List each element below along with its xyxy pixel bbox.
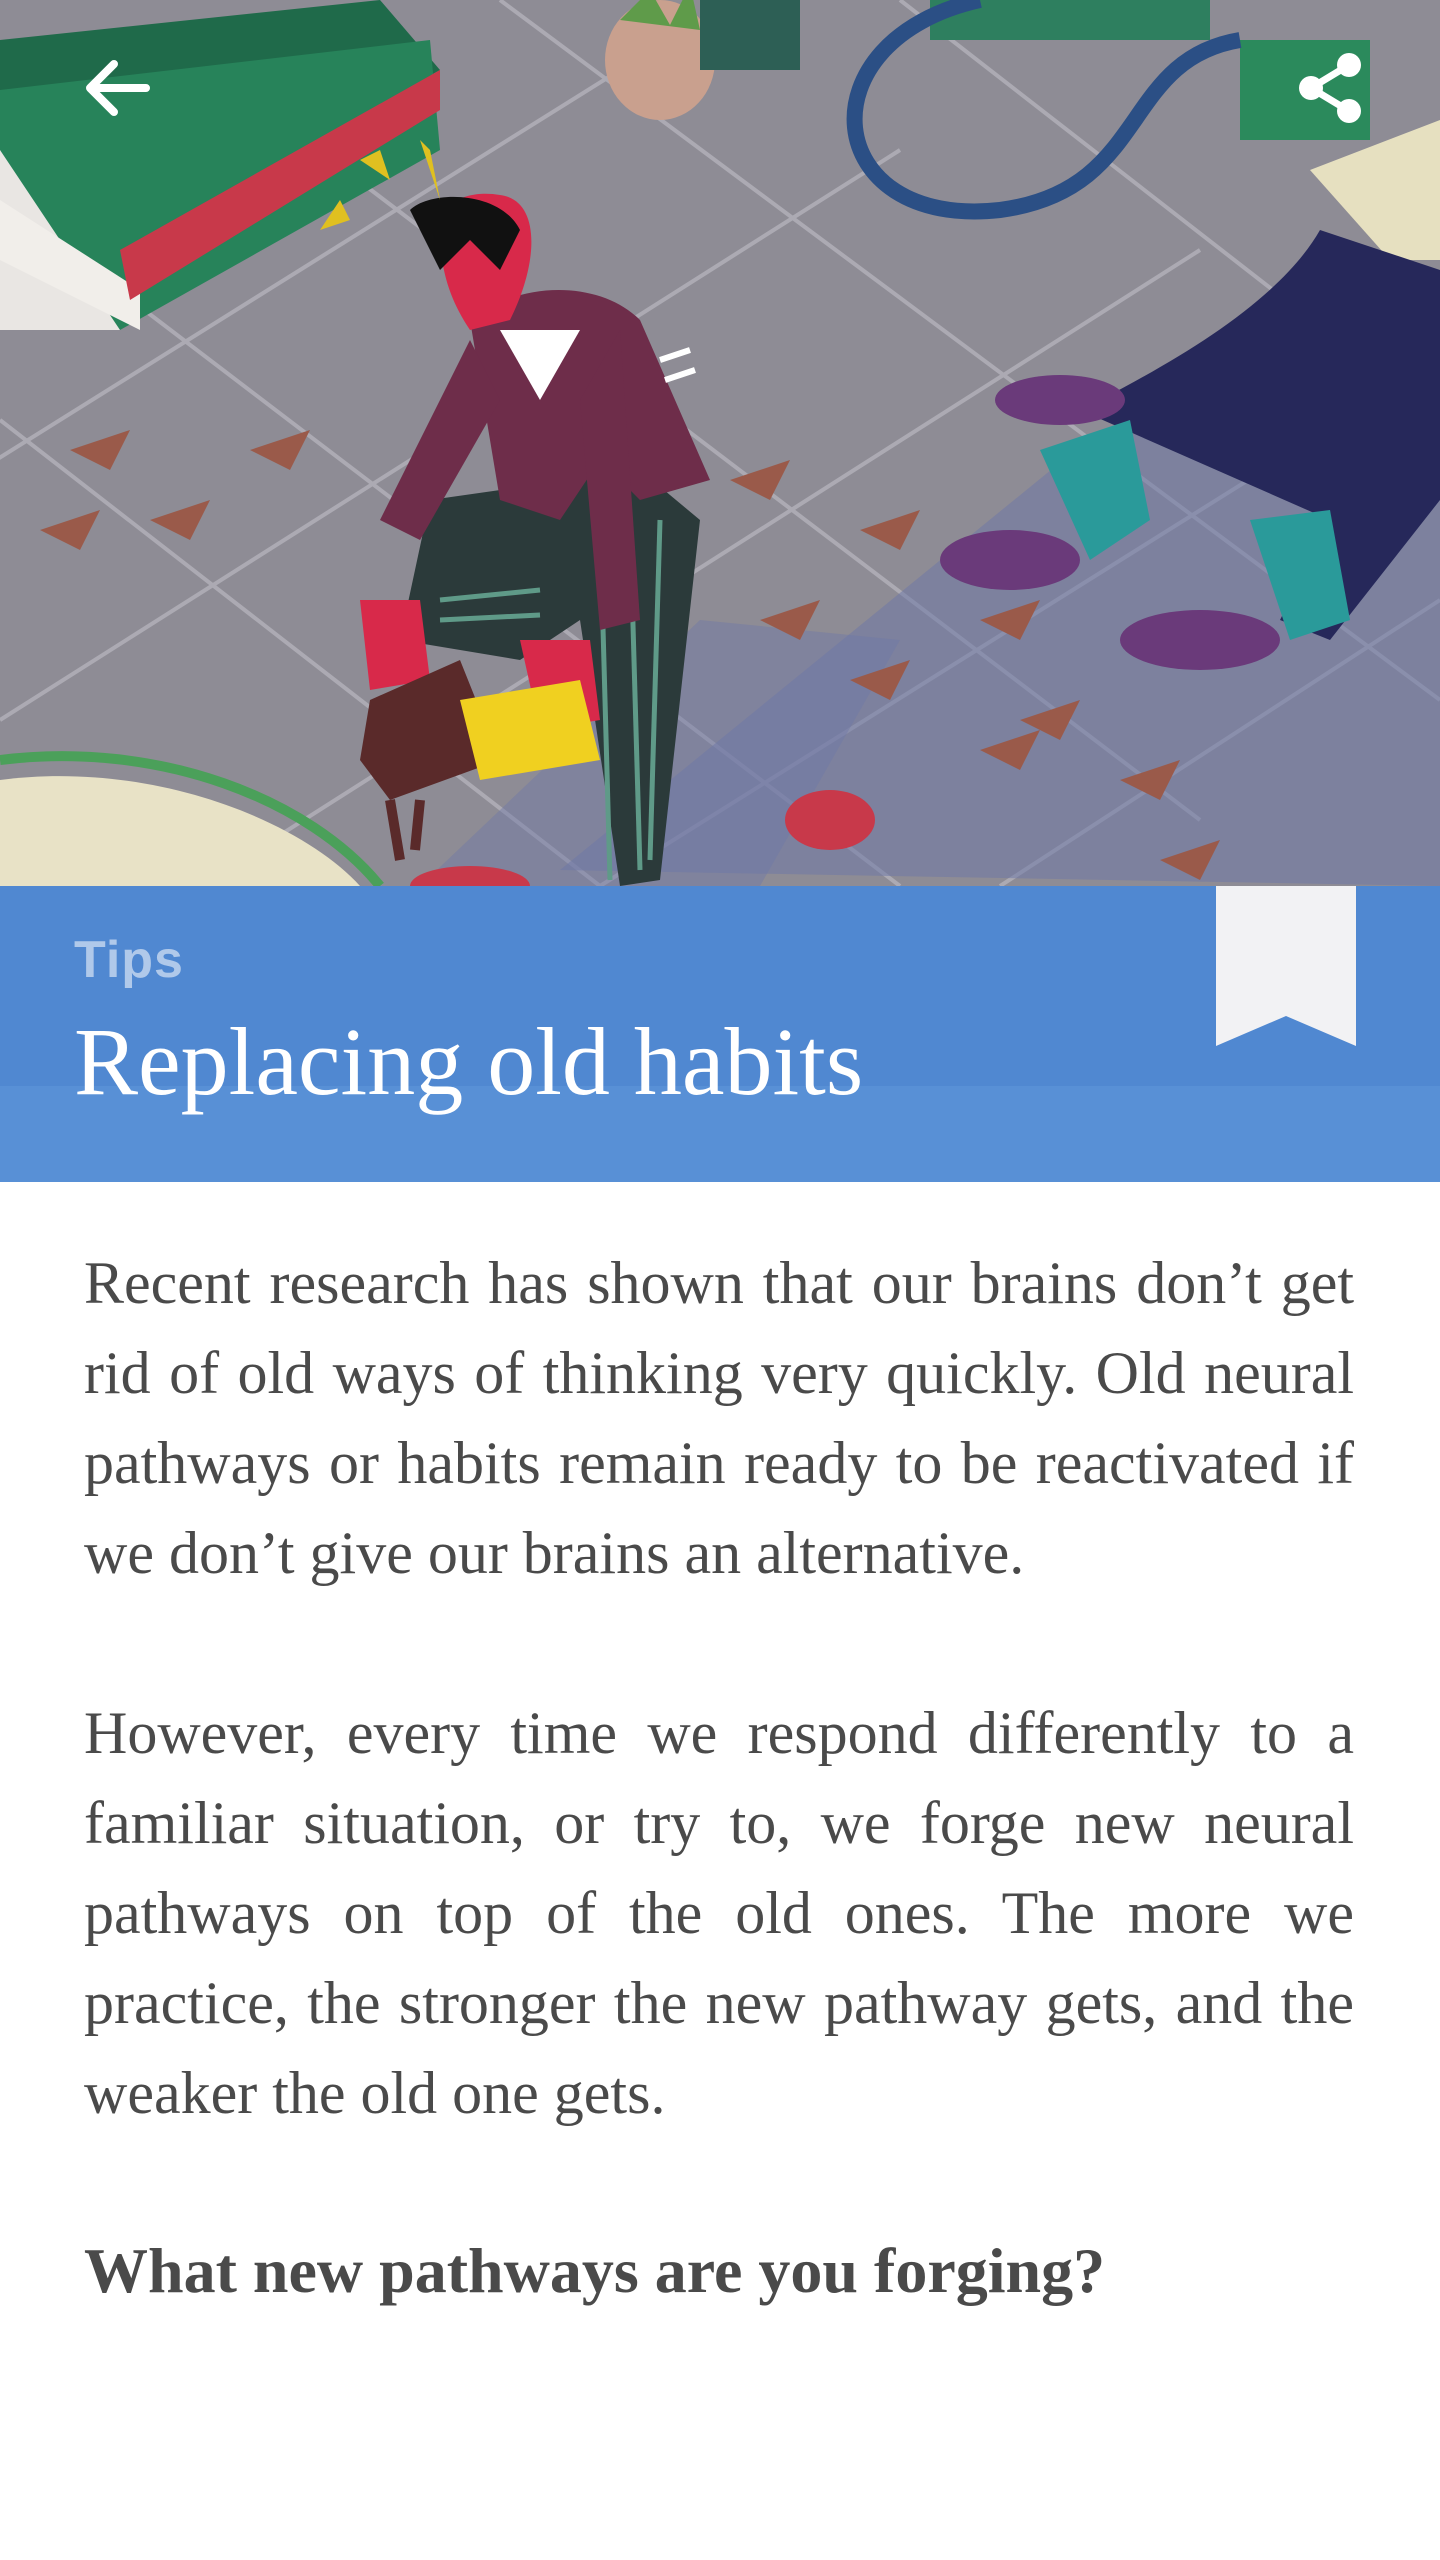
article-question: What new pathways are you forging? <box>84 2235 1106 2306</box>
share-icon <box>1299 53 1361 123</box>
article-title: Replacing old habits <box>74 1008 864 1115</box>
category-label: Tips <box>74 931 184 989</box>
bookmark-icon[interactable] <box>1216 886 1356 1046</box>
article-body: Recent research has shown that our brain… <box>84 1238 1354 2316</box>
hero-illustration <box>0 0 1440 886</box>
hero-image <box>0 0 1440 886</box>
arrow-left-icon <box>86 60 150 116</box>
title-band: Tips Replacing old habits <box>0 886 1440 1182</box>
article-paragraph: Recent research has shown that our brain… <box>84 1250 1354 1586</box>
share-button[interactable] <box>1270 28 1390 148</box>
back-button[interactable] <box>56 28 176 148</box>
article-paragraph: However, every time we respond different… <box>84 1700 1354 2126</box>
